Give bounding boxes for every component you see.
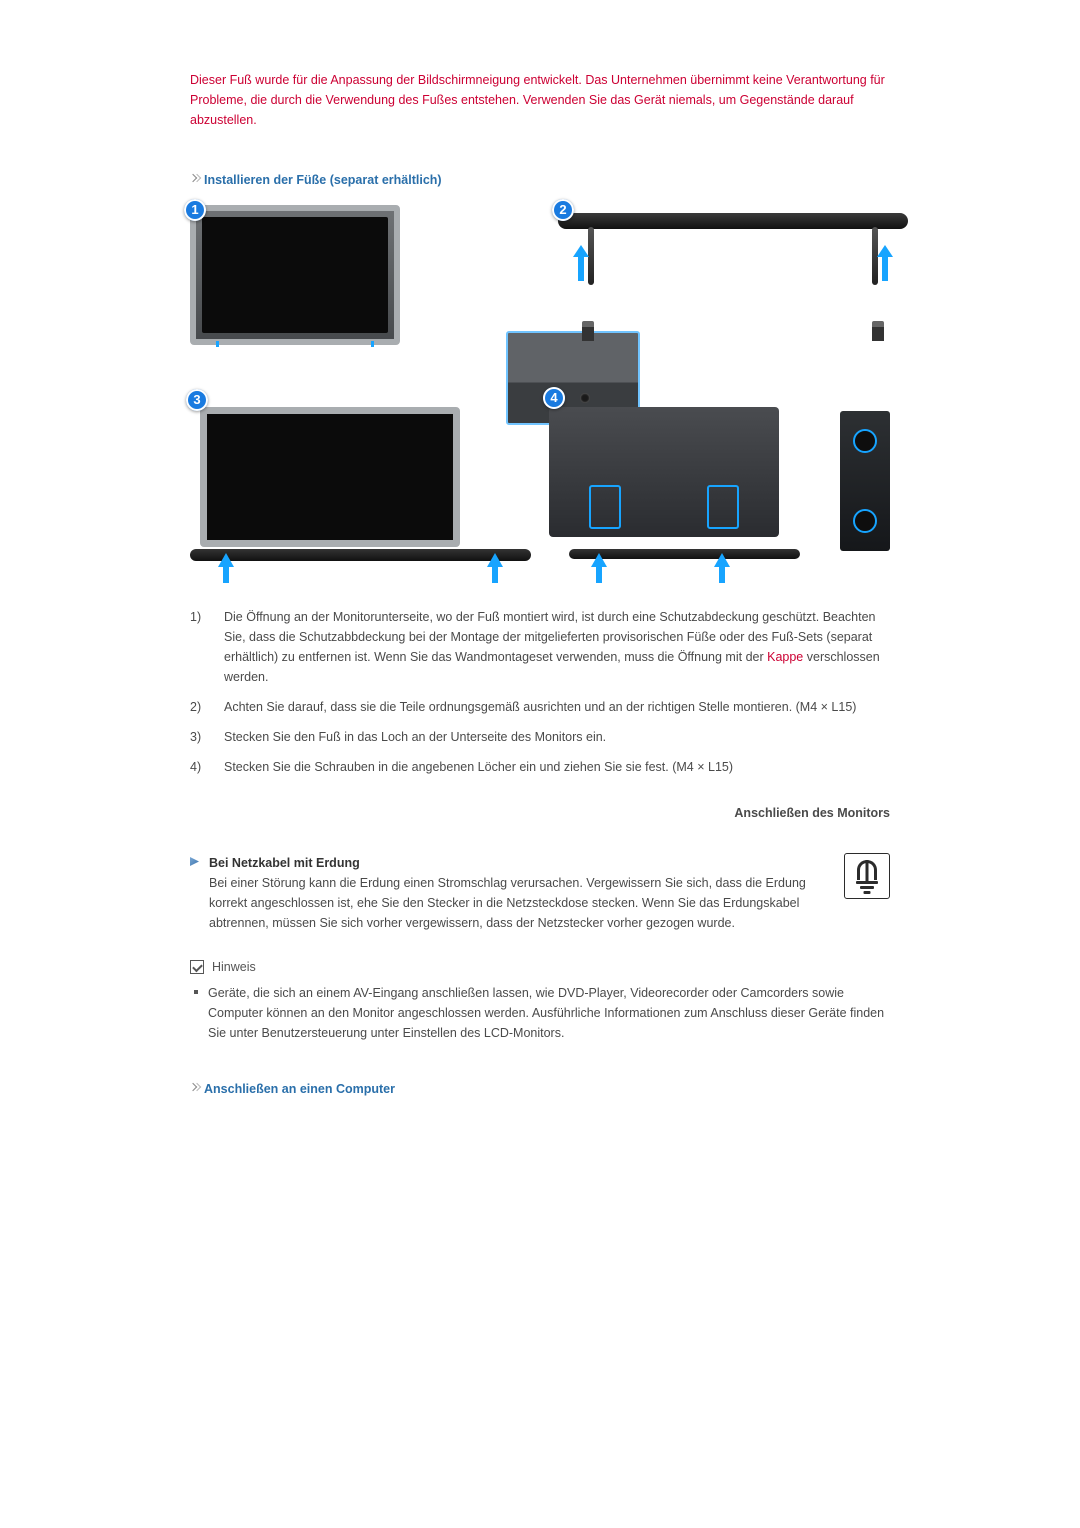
arrow-up-icon [877, 245, 893, 283]
figure-badge: 1 [184, 199, 206, 221]
figure-4: 4 [549, 393, 890, 583]
heading-text: Installieren der Füße (separat erhältlic… [204, 173, 442, 187]
foot-bar-illustration [558, 205, 908, 345]
figure-badge: 3 [186, 389, 208, 411]
figure-row-1: 1 2 [190, 205, 890, 375]
monitor-back-illustration [549, 407, 779, 537]
grounding-title: Bei Netzkabel mit Erdung [209, 853, 830, 873]
installation-steps-list: 1) Die Öffnung an der Monitorunterseite,… [190, 603, 890, 783]
section-heading-connect-computer: Anschließen an einen Computer [190, 1079, 890, 1099]
warning-text: Dieser Fuß wurde für die Anpassung der B… [190, 70, 890, 130]
monitor-front-illustration [190, 205, 400, 345]
note-label: Hinweis [212, 957, 256, 977]
screw-icon [582, 321, 594, 341]
arrow-up-icon [573, 245, 589, 283]
step-text: Achten Sie darauf, dass sie die Teile or… [224, 693, 890, 723]
section-heading-install-feet: Installieren der Füße (separat erhältlic… [190, 170, 890, 190]
list-item: 2) Achten Sie darauf, dass sie die Teile… [190, 693, 890, 723]
list-item: 4) Stecken Sie die Schrauben in die ange… [190, 753, 890, 783]
figure-1: 1 [190, 205, 540, 375]
screw-column-illustration [840, 411, 890, 551]
chevron-right-icon [190, 175, 198, 183]
figure-2: 2 [558, 205, 908, 345]
ground-symbol-icon [844, 853, 890, 899]
note-bullet-list: Geräte, die sich an einem AV-Eingang ans… [190, 983, 890, 1043]
figure-3: 3 [190, 393, 531, 583]
step-text: Stecken Sie den Fuß in das Loch an der U… [224, 723, 890, 753]
list-item: 3) Stecken Sie den Fuß in das Loch an de… [190, 723, 890, 753]
chevron-right-icon [190, 1084, 198, 1092]
figure-badge: 2 [552, 199, 574, 221]
note-row: Hinweis [190, 957, 890, 977]
inline-link-kappe[interactable]: Kappe [767, 650, 803, 664]
installation-figures: 1 2 [190, 205, 890, 583]
triangle-bullet-icon [190, 857, 199, 866]
screw-icon [872, 321, 884, 341]
list-item: Geräte, die sich an einem AV-Eingang ans… [190, 983, 890, 1043]
step-number: 4) [190, 753, 224, 783]
figure-badge: 4 [543, 387, 565, 409]
document-page: Dieser Fuß wurde für die Anpassung der B… [160, 0, 920, 1314]
step-number: 2) [190, 693, 224, 723]
heading-text: Anschließen an einen Computer [204, 1082, 395, 1096]
monitor-front-illustration [200, 407, 460, 547]
checkbox-icon [190, 960, 204, 974]
step-number: 1) [190, 603, 224, 693]
grounding-section: Bei Netzkabel mit Erdung Bei einer Störu… [190, 853, 890, 933]
list-item: 1) Die Öffnung an der Monitorunterseite,… [190, 603, 890, 693]
section-header-connecting-monitor: Anschließen des Monitors [190, 803, 890, 823]
grounding-text: Bei einer Störung kann die Erdung einen … [209, 873, 830, 933]
step-text: Stecken Sie die Schrauben in die angeben… [224, 753, 890, 783]
step-text: Die Öffnung an der Monitorunterseite, wo… [224, 603, 890, 693]
step-number: 3) [190, 723, 224, 753]
